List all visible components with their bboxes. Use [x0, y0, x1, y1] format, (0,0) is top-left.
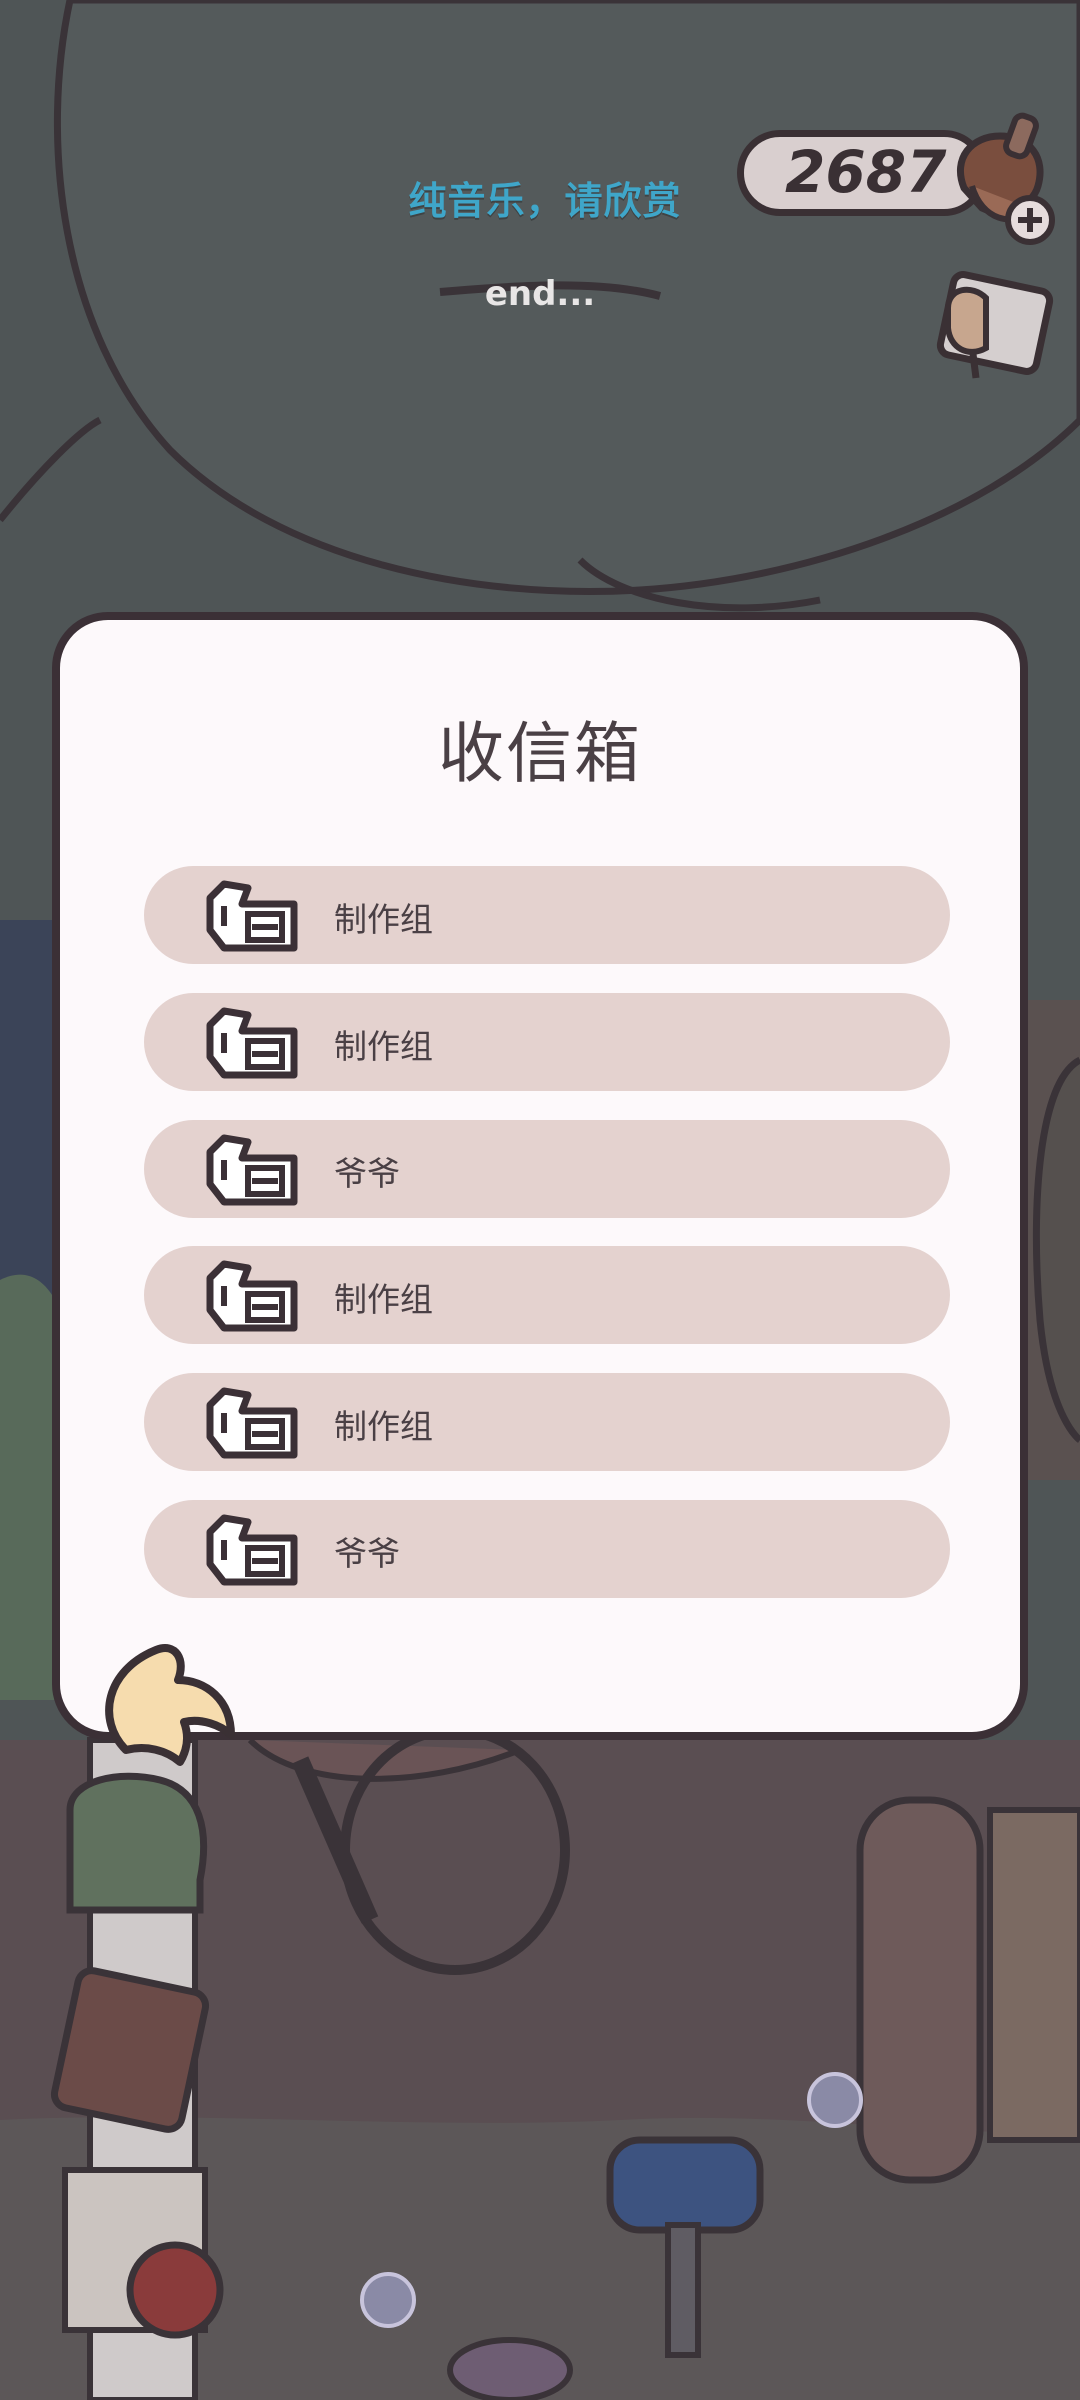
inbox-panel: 收信箱 制作组 制作组 爷爷 制作组 制作组 爷爷 — [52, 612, 1028, 1740]
letter-row[interactable]: 爷爷 — [144, 1500, 950, 1598]
letter-icon — [206, 1260, 298, 1332]
letter-sender: 爷爷 — [334, 1154, 400, 1193]
letter-sender: 制作组 — [334, 1027, 433, 1066]
letter-sender: 制作组 — [334, 900, 433, 939]
letter-icon — [206, 1514, 298, 1586]
envelope-icon[interactable] — [928, 268, 1058, 388]
letter-sender: 制作组 — [334, 1407, 433, 1446]
letter-row[interactable]: 爷爷 — [144, 1120, 950, 1218]
letter-row[interactable]: 制作组 — [144, 1373, 950, 1471]
inbox-title: 收信箱 — [438, 715, 642, 792]
lyric-line-1: 纯音乐，请欣赏 — [408, 179, 682, 223]
lyric-line-2: end... — [484, 274, 596, 314]
letter-icon — [206, 1134, 298, 1206]
letter-icon — [206, 880, 298, 952]
letter-row[interactable]: 制作组 — [144, 1246, 950, 1344]
letter-icon — [206, 1387, 298, 1459]
letter-sender: 制作组 — [334, 1280, 433, 1319]
acorn-plus-icon[interactable] — [942, 108, 1062, 248]
letter-icon — [206, 1007, 298, 1079]
letter-sender: 爷爷 — [334, 1534, 400, 1573]
coin-count: 2687 — [785, 138, 947, 206]
letter-row[interactable]: 制作组 — [144, 993, 950, 1091]
curl-arrow-icon[interactable] — [86, 1630, 246, 1780]
letter-row[interactable]: 制作组 — [144, 866, 950, 964]
